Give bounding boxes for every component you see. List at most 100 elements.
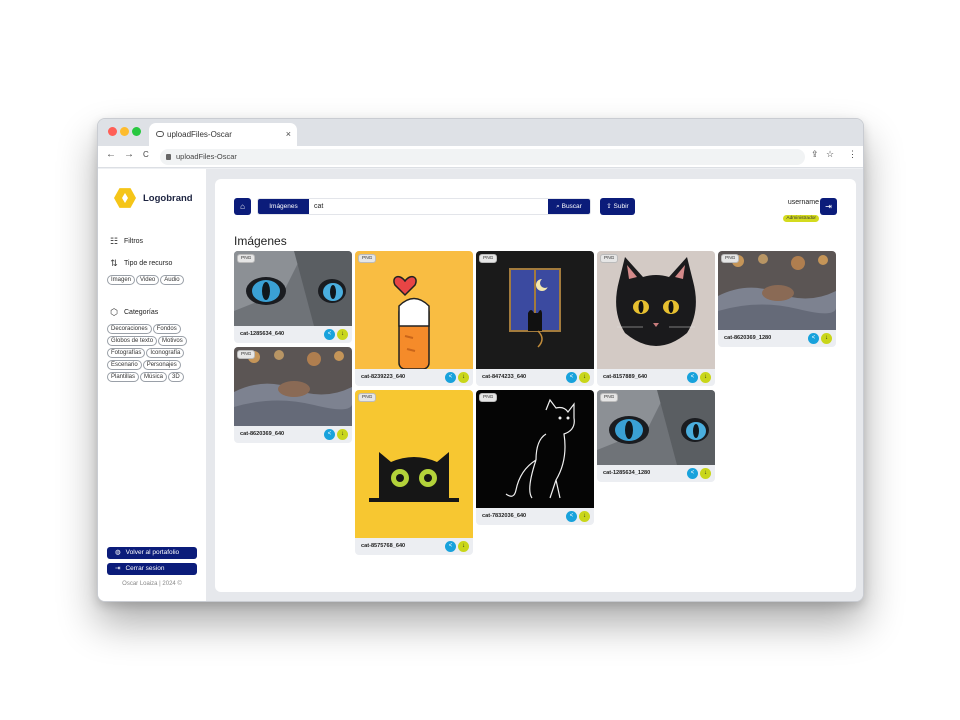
download-icon[interactable]: ↓ xyxy=(458,372,469,383)
card-image: PNG xyxy=(355,251,473,369)
image-card[interactable]: PNG cat-8239223_640 < ↓ xyxy=(355,251,473,386)
forward-icon[interactable]: → xyxy=(124,149,134,160)
card-caption: cat-8474233_640 < ↓ xyxy=(476,369,594,386)
chip-personajes[interactable]: Personajes xyxy=(142,360,181,370)
categories-label: Categorías xyxy=(124,309,159,316)
format-badge: PNG xyxy=(358,254,377,263)
share-icon[interactable]: < xyxy=(687,372,698,383)
shapes-icon: ⬡ xyxy=(110,307,118,317)
resource-type-chips: Imagen Video Audio xyxy=(107,275,199,285)
logout-sidebar-button[interactable]: ⇥ Cerrar sesion xyxy=(107,563,197,575)
download-icon[interactable]: ↓ xyxy=(579,372,590,383)
chip-video[interactable]: Video xyxy=(136,275,160,285)
image-card[interactable]: PNG cat-8620369_1280 < ↓ xyxy=(718,251,836,347)
card-name: cat-8575768_640 xyxy=(361,543,406,549)
search-icon: ⌕ xyxy=(556,203,560,210)
card-image: PNG xyxy=(597,251,715,369)
share-icon[interactable]: < xyxy=(324,429,335,440)
page-viewport: Logobrand ☷ Filtros ⇅ Tipo de recurso Im… xyxy=(98,169,863,601)
chip-audio[interactable]: Audio xyxy=(160,275,184,285)
image-card[interactable]: PNG cat-8620369_640 < ↓ xyxy=(234,347,352,443)
card-caption: cat-1285634_1280 < ↓ xyxy=(597,465,715,482)
chip-plantillas[interactable]: Plantillas xyxy=(107,372,140,382)
tab-favicon-icon xyxy=(156,131,164,137)
format-badge: PNG xyxy=(358,393,377,402)
sidebar: Logobrand ☷ Filtros ⇅ Tipo de recurso Im… xyxy=(98,169,206,601)
download-icon[interactable]: ↓ xyxy=(700,372,711,383)
card-name: cat-8157889_640 xyxy=(603,374,648,380)
share-icon[interactable]: < xyxy=(445,372,456,383)
maximize-window-dot[interactable] xyxy=(132,127,141,136)
chip-decoraciones[interactable]: Decoraciones xyxy=(107,324,152,334)
upload-button[interactable]: ⇪ Subir xyxy=(600,198,635,215)
download-icon[interactable]: ↓ xyxy=(458,541,469,552)
image-card[interactable]: PNG cat-1285634_640 < ↓ xyxy=(234,251,352,343)
sort-az-icon: ⇅ xyxy=(110,258,118,268)
share-icon[interactable]: < xyxy=(687,468,698,479)
brand-name: Logobrand xyxy=(143,193,193,204)
image-card[interactable]: PNG cat-8575768_640 < ↓ xyxy=(355,390,473,555)
filters-label: Filtros xyxy=(124,238,144,245)
address-bar: ← → C uploadFiles-Oscar ⇪ ☆ ⋮ xyxy=(98,146,863,168)
chip-motivos[interactable]: Motivos xyxy=(158,336,187,346)
home-button[interactable]: ⌂ xyxy=(234,198,251,215)
sliders-icon: ☷ xyxy=(109,236,119,246)
share-icon[interactable]: < xyxy=(324,329,335,340)
share-icon[interactable]: < xyxy=(808,333,819,344)
page-title: Imágenes xyxy=(234,234,287,248)
format-badge: PNG xyxy=(237,350,256,359)
card-name: cat-8620369_1280 xyxy=(724,335,772,341)
logout-header-icon: ⇥ xyxy=(825,202,832,211)
search-input[interactable] xyxy=(314,199,544,214)
user-info: username Administrador xyxy=(783,199,819,224)
footer-text: Oscar Loaiza | 2024 © xyxy=(122,581,182,587)
logout-button[interactable]: ⇥ xyxy=(820,198,837,215)
upload-icon: ⇪ xyxy=(606,203,612,210)
card-image: PNG xyxy=(476,390,594,508)
format-badge: PNG xyxy=(479,254,498,263)
back-icon[interactable]: ← xyxy=(106,149,116,160)
share-icon[interactable]: < xyxy=(566,372,577,383)
chip-imagen[interactable]: Imagen xyxy=(107,275,136,285)
logout-sidebar-label: Cerrar sesion xyxy=(125,565,165,572)
download-icon[interactable]: ↓ xyxy=(337,429,348,440)
type-select[interactable]: Imágenes xyxy=(258,199,309,214)
image-card[interactable]: PNG cat-8157889_640 < ↓ xyxy=(597,251,715,386)
chip-fondos[interactable]: Fondos xyxy=(152,324,181,334)
chip-musica[interactable]: Música xyxy=(140,372,168,382)
minimize-window-dot[interactable] xyxy=(120,127,129,136)
card-caption: cat-8620369_640 < ↓ xyxy=(234,426,352,443)
image-card[interactable]: PNG cat-1285634_1280 < ↓ xyxy=(597,390,715,482)
download-icon[interactable]: ↓ xyxy=(337,329,348,340)
browser-tab[interactable]: uploadFiles-Oscar × xyxy=(149,123,297,146)
share-icon[interactable]: < xyxy=(566,511,577,522)
chip-iconografia[interactable]: Iconografía xyxy=(146,348,185,358)
logo-icon xyxy=(114,188,136,208)
search-bar: Imágenes ⌕ Buscar xyxy=(257,198,591,215)
search-button-label: Buscar xyxy=(561,203,582,210)
download-icon[interactable]: ↓ xyxy=(821,333,832,344)
username: username xyxy=(787,199,819,206)
share-page-icon[interactable]: ⇪ xyxy=(811,149,819,160)
image-card[interactable]: PNG cat-7832036_640 < ↓ xyxy=(476,390,594,525)
tab-close-icon[interactable]: × xyxy=(286,123,291,146)
portfolio-button[interactable]: ◍ Volver al portafolio xyxy=(107,547,197,559)
chip-escenario[interactable]: Escenario xyxy=(107,360,142,370)
categories-heading: ⬡ Categorías xyxy=(109,307,158,318)
card-caption: cat-7832036_640 < ↓ xyxy=(476,508,594,525)
download-icon[interactable]: ↓ xyxy=(579,511,590,522)
chip-globos-de-texto[interactable]: Globos de texto xyxy=(107,336,158,346)
card-image: PNG xyxy=(597,390,715,465)
chip-fotografias[interactable]: Fotografías xyxy=(107,348,146,358)
chip-3d[interactable]: 3D xyxy=(168,372,184,382)
share-icon[interactable]: < xyxy=(445,541,456,552)
browser-menu-icon[interactable]: ⋮ xyxy=(848,149,857,160)
image-card[interactable]: PNG cat-8474233_640 < ↓ xyxy=(476,251,594,386)
search-button[interactable]: ⌕ Buscar xyxy=(548,199,590,214)
bookmark-star-icon[interactable]: ☆ xyxy=(826,149,834,160)
url-field[interactable]: uploadFiles-Oscar xyxy=(160,149,805,165)
download-icon[interactable]: ↓ xyxy=(700,468,711,479)
card-caption: cat-8239223_640 < ↓ xyxy=(355,369,473,386)
close-window-dot[interactable] xyxy=(108,127,117,136)
reload-icon[interactable]: C xyxy=(143,150,149,159)
